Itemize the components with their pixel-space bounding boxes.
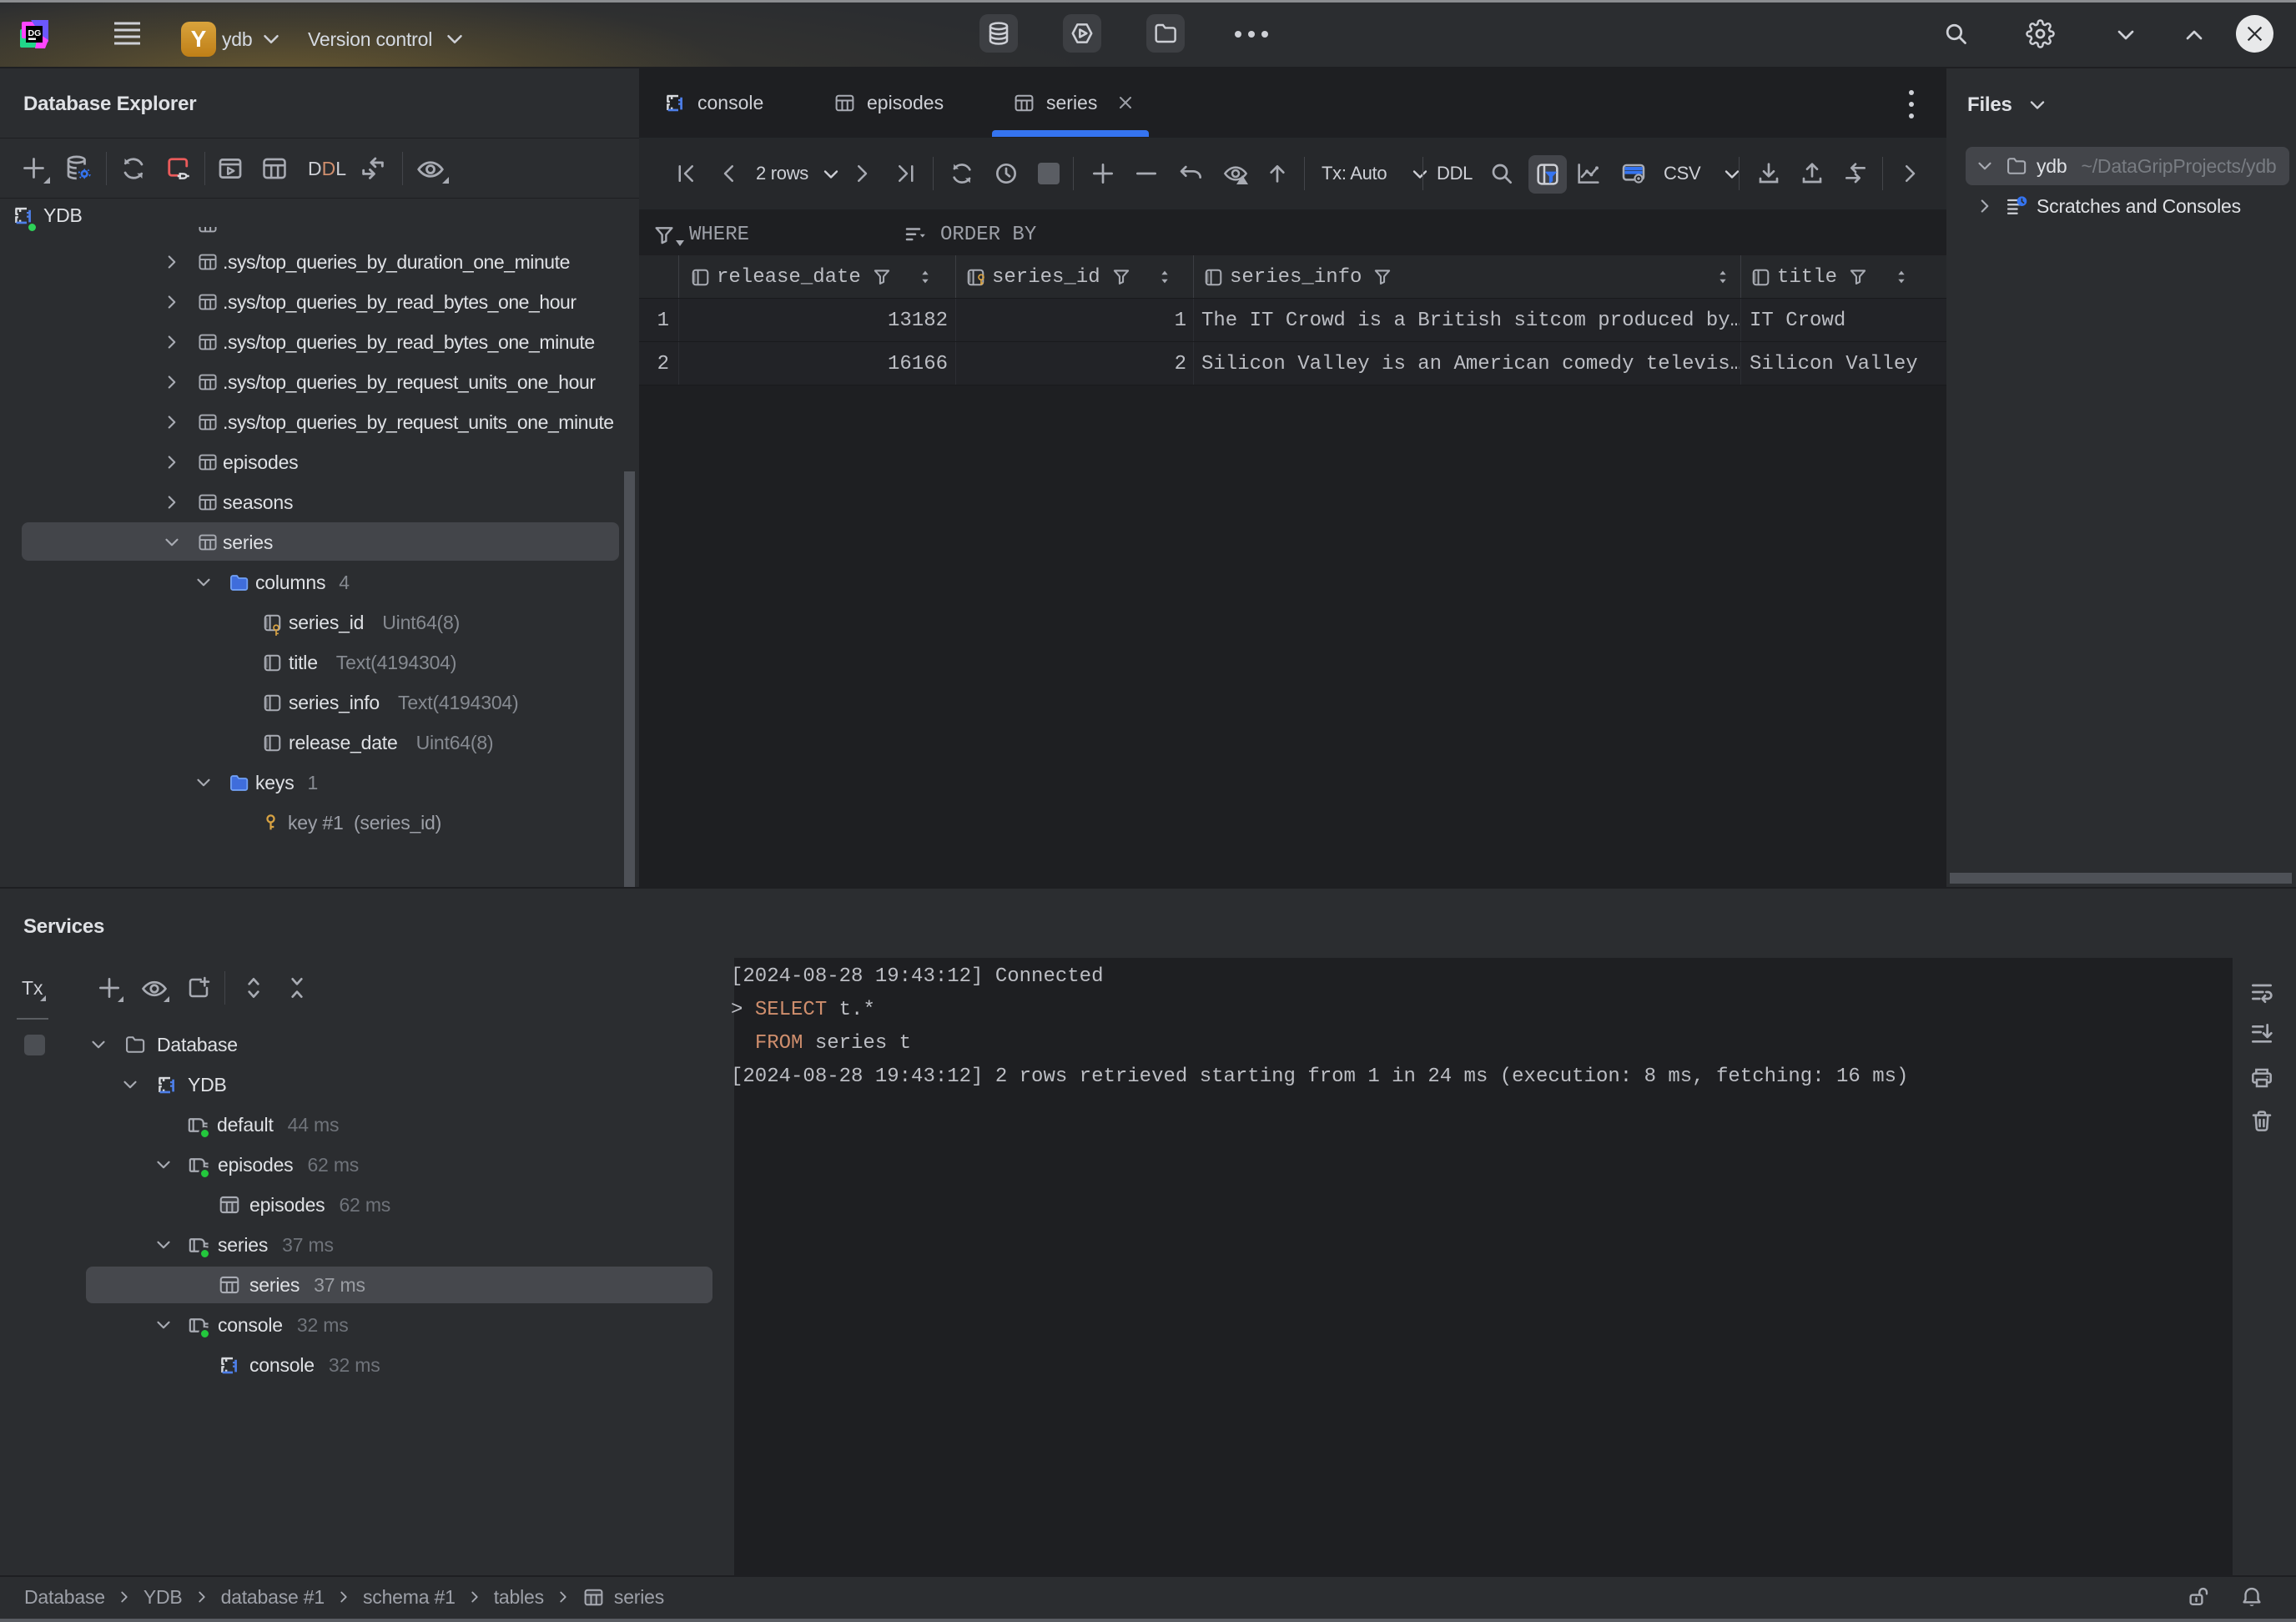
svg-text:DG: DG <box>28 28 42 38</box>
